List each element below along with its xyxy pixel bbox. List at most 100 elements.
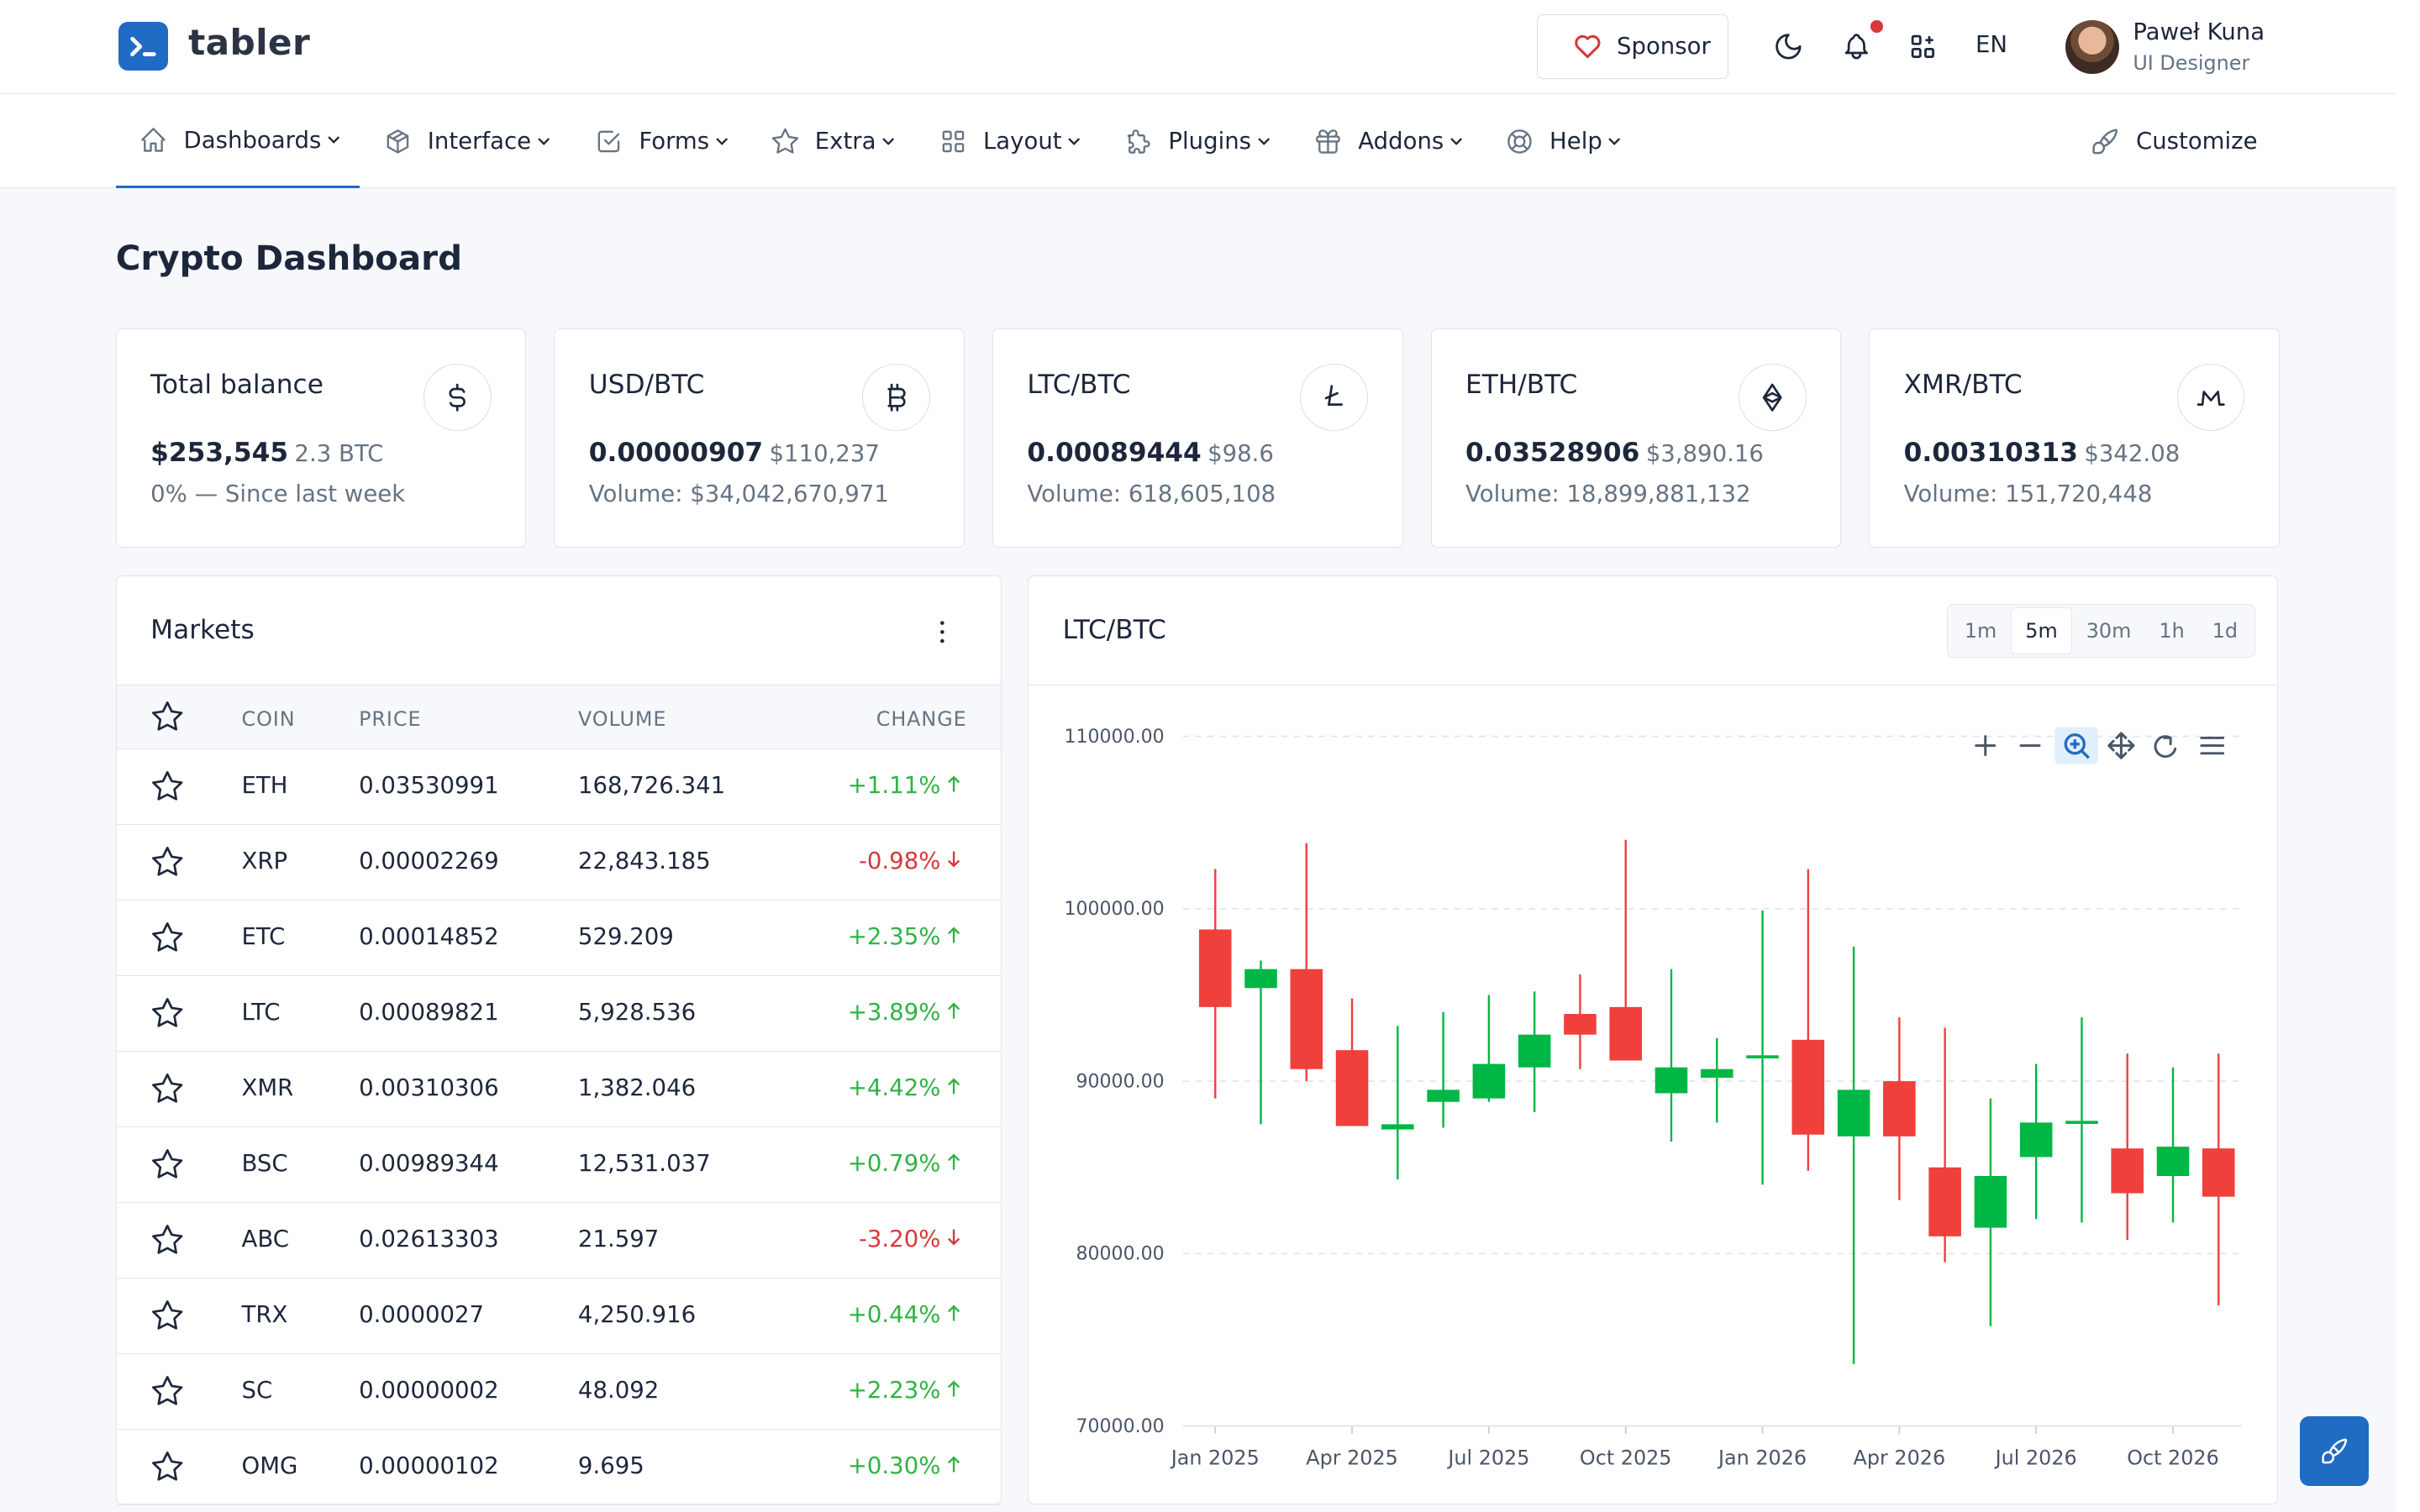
column-header-price[interactable]: PRICE (359, 707, 421, 731)
avatar[interactable] (2065, 19, 2119, 75)
nav-label: Addons (1358, 128, 1444, 155)
timeframe-button-30m[interactable]: 30m (2072, 608, 2145, 654)
volume-cell: 5,928.536 (577, 999, 697, 1026)
candle-body (1928, 1168, 1962, 1237)
nav-label: Dashboards (183, 126, 322, 154)
apps-icon[interactable] (1907, 31, 1939, 62)
reset-icon[interactable] (2154, 735, 2177, 759)
favorite-star-icon[interactable] (150, 769, 184, 803)
x-tick-label: Apr 2025 (1307, 1446, 1399, 1470)
column-header-coin[interactable]: COIN (242, 707, 296, 731)
coin-cell: XRP (241, 848, 288, 875)
nav-item-addons[interactable]: Addons (1313, 94, 1464, 188)
table-row[interactable]: ETH 0.03530991 168,726.341 +1.11% (116, 749, 1002, 825)
star-icon[interactable] (150, 700, 184, 733)
chevron-down-icon (1068, 138, 1081, 145)
favorite-star-icon[interactable] (150, 996, 184, 1030)
candle-body (1472, 1064, 1506, 1100)
language-selector[interactable]: EN (1975, 31, 2007, 58)
candle-body (2111, 1148, 2144, 1194)
stat-value: 0.00310313 $342.08 (1903, 437, 2181, 468)
volume-cell: 12,531.037 (577, 1150, 711, 1178)
nav-item-interface[interactable]: Interface (383, 94, 551, 188)
volume-cell: 48.092 (577, 1377, 660, 1404)
favorite-star-icon[interactable] (150, 1147, 184, 1181)
change-cell: +3.89% (848, 999, 962, 1026)
nav-item-layout[interactable]: Layout (939, 94, 1082, 188)
coin-cell: XMR (241, 1074, 294, 1102)
y-tick-label: 90000.00 (1076, 1072, 1165, 1093)
customize-label: Customize (2135, 128, 2258, 155)
favorite-star-icon[interactable] (150, 845, 184, 879)
theme-settings-button[interactable] (2299, 1416, 2370, 1486)
favorite-star-icon[interactable] (150, 1299, 184, 1332)
favorite-star-icon[interactable] (150, 1450, 184, 1483)
nav-label: Extra (814, 128, 876, 155)
stat-title: Total balance (150, 369, 324, 400)
user-name[interactable]: Paweł Kuna (2133, 18, 2265, 45)
table-row[interactable]: ABC 0.02613303 21.597 -3.20% (116, 1203, 1002, 1278)
arrow-down-icon (947, 851, 960, 868)
arrow-up-icon (947, 1002, 960, 1019)
candle-body (1290, 969, 1323, 1070)
x-tick-label: Jan 2025 (1170, 1446, 1260, 1470)
favorite-star-icon[interactable] (150, 1223, 184, 1257)
nav-item-plugins[interactable]: Plugins (1123, 94, 1271, 188)
chevron-down-icon (1450, 138, 1462, 145)
sponsor-button[interactable]: Sponsor (1537, 13, 1729, 79)
moon-icon[interactable] (1773, 31, 1804, 62)
nav-item-help[interactable]: Help (1505, 94, 1623, 188)
favorite-star-icon[interactable] (150, 1072, 184, 1105)
brush-icon (2321, 1438, 2347, 1464)
page-title: Crypto Dashboard (115, 237, 462, 278)
nav-item-forms[interactable]: Forms (594, 94, 729, 188)
stat-secondary: $342.08 (2084, 439, 2181, 467)
candle-body (1381, 1124, 1414, 1131)
zoom-in-icon[interactable] (1975, 735, 1996, 757)
brand-logo-icon[interactable] (118, 21, 169, 71)
favorite-star-icon[interactable] (150, 1374, 184, 1408)
table-row[interactable]: OMG 0.00000102 9.695 +0.30% (116, 1430, 1002, 1505)
timeframe-button-1d[interactable]: 1d (2198, 608, 2251, 654)
volume-cell: 1,382.046 (577, 1074, 697, 1102)
page-scrollbar[interactable] (2395, 0, 2420, 1512)
price-cell: 0.00002269 (359, 848, 499, 875)
column-header-volume[interactable]: VOLUME (578, 707, 666, 731)
table-row[interactable]: TRX 0.0000027 4,250.916 +0.44% (116, 1278, 1002, 1354)
column-header-change[interactable]: CHANGE (876, 707, 967, 731)
brand-name[interactable]: tabler (188, 22, 310, 63)
table-row[interactable]: SC 0.00000002 48.092 +2.23% (116, 1354, 1002, 1430)
arrow-up-icon (947, 1456, 960, 1473)
stat-secondary: 2.3 BTC (294, 439, 384, 467)
candle-body (1701, 1069, 1733, 1079)
timeframe-button-1h[interactable]: 1h (2145, 608, 2198, 654)
puzzle-icon (1127, 129, 1150, 154)
selection-zoom-icon[interactable] (2054, 727, 2099, 765)
volume-cell: 9.695 (577, 1452, 644, 1480)
timeframe-button-1m[interactable]: 1m (1950, 608, 2010, 654)
favorite-star-icon[interactable] (150, 921, 184, 954)
chevron-down-icon (1608, 138, 1621, 145)
nav-item-dashboards[interactable]: Dashboards (115, 94, 360, 189)
table-row[interactable]: XRP 0.00002269 22,843.185 -0.98% (116, 825, 1002, 900)
top-header (0, 0, 2396, 95)
price-cell: 0.00000102 (359, 1452, 499, 1480)
nav-item-extra[interactable]: Extra (771, 94, 897, 188)
candlestick-chart[interactable]: 70000.00 80000.00 90000.00 100000.00 110000.… (1028, 685, 2275, 1503)
table-row[interactable]: ETC 0.00014852 529.209 +2.35% (116, 900, 1002, 976)
stat-value: 0.00000907 $110,237 (588, 437, 880, 468)
timeframe-button-5m[interactable]: 5m (2010, 607, 2073, 655)
customize-button[interactable]: Customize (2090, 94, 2258, 188)
stat-title: USD/BTC (588, 369, 705, 400)
change-cell: +0.79% (848, 1150, 962, 1177)
bell-icon[interactable] (1841, 31, 1872, 62)
table-row[interactable]: XMR 0.00310306 1,382.046 +4.42% (116, 1052, 1002, 1127)
markets-card: Markets COIN PRICE VOLUME CHANGE ETH 0.03… (115, 575, 1002, 1505)
arrow-up-icon (947, 1078, 960, 1095)
more-vertical-icon[interactable] (927, 617, 958, 648)
table-row[interactable]: BSC 0.00989344 12,531.037 +0.79% (116, 1127, 1002, 1203)
menu-icon[interactable] (2200, 737, 2225, 755)
stat-card-usd-btc: USD/BTC 0.00000907 $110,237 Volume: $34,0… (554, 328, 965, 548)
table-row[interactable]: LTC 0.00089821 5,928.536 +3.89% (116, 976, 1002, 1052)
change-cell: +1.11% (848, 772, 962, 799)
